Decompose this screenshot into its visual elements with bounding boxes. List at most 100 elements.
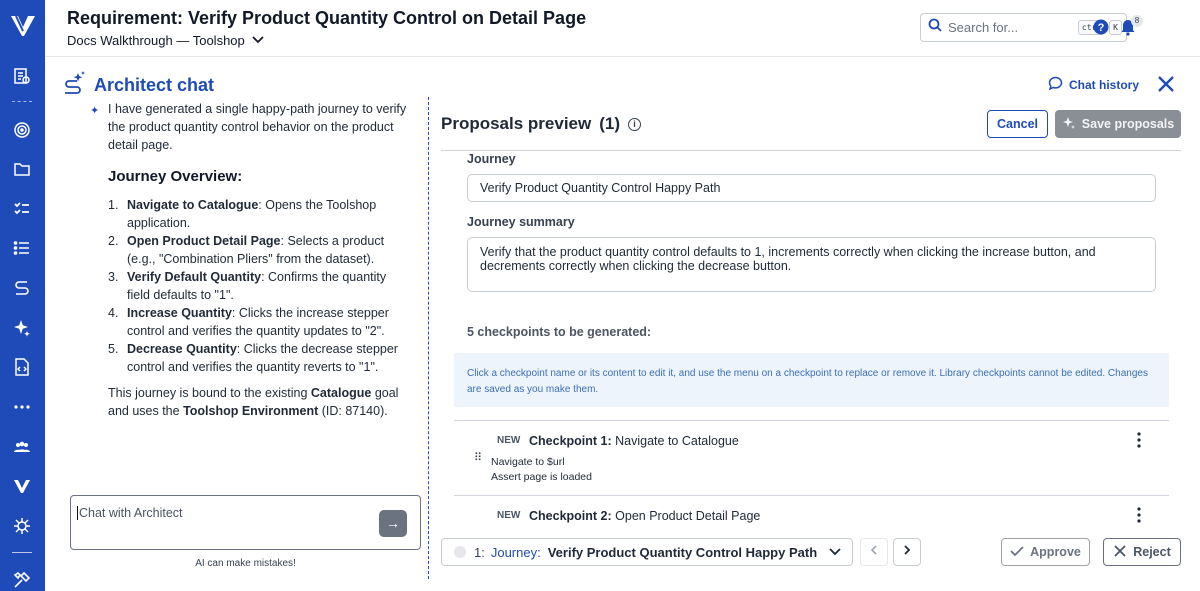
- step-name: Increase Quantity: [127, 306, 232, 320]
- info-icon[interactable]: i: [628, 117, 642, 131]
- bug-icon[interactable]: [12, 516, 32, 536]
- journey-selector[interactable]: 1: Journey: Verify Product Quantity Cont…: [441, 538, 853, 566]
- file-code-icon[interactable]: [12, 357, 32, 377]
- drag-handle-icon[interactable]: ⠿: [474, 451, 482, 464]
- journey-type-label: Journey:: [490, 544, 541, 560]
- sidebar: [0, 0, 45, 591]
- requirements-icon[interactable]: [12, 66, 32, 86]
- approve-label: Approve: [1030, 545, 1081, 559]
- chat-input[interactable]: [77, 506, 367, 520]
- page-header: Requirement: Verify Product Quantity Con…: [45, 0, 1200, 57]
- status-dot-icon: [454, 546, 466, 558]
- search-icon: [928, 18, 942, 37]
- sidebar-divider-bottom: [12, 552, 32, 553]
- architect-icon: [62, 70, 86, 101]
- message-outro: This journey is bound to the existing Ca…: [108, 384, 410, 420]
- kebab-menu-icon[interactable]: [1136, 506, 1142, 524]
- approve-button[interactable]: Approve: [1001, 538, 1090, 566]
- step-number: 5.: [108, 342, 119, 356]
- journey-label: Journey: [467, 152, 516, 166]
- checkpoint-step: Assert page is loaded: [491, 471, 592, 483]
- chevron-right-icon: [901, 543, 913, 561]
- save-proposals-button[interactable]: Save proposals: [1055, 110, 1181, 138]
- svg-text:?: ?: [1098, 22, 1105, 34]
- previous-button[interactable]: [860, 538, 888, 566]
- help-icon[interactable]: ?: [1093, 19, 1109, 35]
- reject-button[interactable]: Reject: [1103, 538, 1181, 566]
- proposals-title-text: Proposals preview: [441, 114, 592, 133]
- checkpoint-name[interactable]: Checkpoint 2: Open Product Detail Page: [529, 509, 760, 523]
- chat-input-box[interactable]: →: [70, 495, 421, 550]
- step-number: 2.: [108, 234, 119, 248]
- chevron-down-icon: [828, 544, 852, 561]
- sidebar-divider: [12, 101, 32, 102]
- proposals-count: (1): [599, 114, 621, 133]
- close-icon: [1113, 544, 1127, 561]
- checkpoint-row[interactable]: NEW Checkpoint 1: Navigate to Catalogue …: [454, 420, 1169, 495]
- proposals-divider: [441, 150, 1181, 151]
- chat-history-label: Chat history: [1069, 78, 1140, 92]
- app-root: Requirement: Verify Product Quantity Con…: [0, 0, 1200, 591]
- journey-steps: 1. Navigate to Catalogue: Opens the Tools…: [108, 196, 410, 376]
- journey-name: Verify Product Quantity Control Happy Pa…: [547, 544, 818, 560]
- target-icon[interactable]: [12, 120, 32, 140]
- checkpoint-title: Open Product Detail Page: [615, 509, 761, 523]
- checkpoint-name[interactable]: Checkpoint 1: Navigate to Catalogue: [529, 434, 739, 448]
- folder-icon[interactable]: [12, 159, 32, 179]
- sparkle-icon: [1062, 116, 1076, 133]
- project-name: Docs Walkthrough — Toolshop: [67, 33, 245, 48]
- checkpoint-label: Checkpoint 1:: [529, 434, 612, 448]
- assistant-message: ✦ I have generated a single happy-path j…: [90, 100, 410, 420]
- step-number: 3.: [108, 270, 119, 284]
- integrations-icon[interactable]: [12, 476, 32, 496]
- journey-name-field[interactable]: Verify Product Quantity Control Happy Pa…: [467, 174, 1156, 202]
- tools-icon[interactable]: [12, 570, 32, 590]
- cancel-button[interactable]: Cancel: [987, 110, 1048, 138]
- chat-history-button[interactable]: Chat history: [1048, 76, 1139, 94]
- checklist-icon[interactable]: [12, 198, 32, 218]
- panel-divider: [428, 97, 429, 579]
- project-selector[interactable]: Docs Walkthrough — Toolshop: [67, 32, 265, 49]
- journey-summary-field[interactable]: Verify that the product quantity control…: [467, 237, 1156, 292]
- checkpoint-step: Navigate to $url: [491, 456, 565, 468]
- sparkle-icon[interactable]: [12, 318, 32, 338]
- chat-header: Architect chat: [62, 70, 214, 101]
- reject-label: Reject: [1133, 545, 1171, 559]
- outro-text: This journey is bound to the existing: [108, 386, 311, 400]
- step-name: Open Product Detail Page: [127, 234, 281, 248]
- step-name: Decrease Quantity: [127, 342, 237, 356]
- more-icon[interactable]: [12, 397, 32, 417]
- goal-name: Catalogue: [310, 386, 372, 400]
- edit-notice: Click a checkpoint name or its content t…: [454, 353, 1169, 407]
- team-icon[interactable]: [12, 437, 32, 457]
- list-item: 4. Increase Quantity: Clicks the increase…: [108, 304, 410, 340]
- notification-badge: 8: [1131, 15, 1143, 27]
- journey-index: 1:: [474, 544, 485, 560]
- next-button[interactable]: [893, 538, 921, 566]
- overview-heading: Journey Overview:: [108, 168, 243, 185]
- send-button[interactable]: →: [379, 510, 407, 537]
- list-item: 1. Navigate to Catalogue: Opens the Tools…: [108, 196, 410, 232]
- checkpoint-label: Checkpoint 2:: [529, 509, 612, 523]
- checkpoint-title: Navigate to Catalogue: [615, 434, 739, 448]
- checkpoint-count: 5 checkpoints to be generated:: [467, 325, 652, 339]
- list-item: 5. Decrease Quantity: Clicks the decrease…: [108, 340, 410, 376]
- journey-icon[interactable]: [12, 278, 32, 298]
- new-badge: NEW: [497, 435, 521, 446]
- list-icon[interactable]: [12, 238, 32, 258]
- proposals-title: Proposals preview (1) i: [441, 114, 642, 134]
- chat-title: Architect chat: [94, 75, 215, 95]
- step-number: 1.: [108, 198, 119, 212]
- environment-name: Toolshop Environment: [183, 404, 319, 418]
- logo-icon[interactable]: [10, 14, 36, 38]
- message-intro: I have generated a single happy-path jou…: [108, 102, 407, 152]
- kebab-menu-icon[interactable]: [1136, 431, 1142, 449]
- save-proposals-label: Save proposals: [1081, 117, 1175, 131]
- check-icon: [1010, 544, 1024, 561]
- list-item: 3. Verify Default Quantity: Confirms the …: [108, 268, 410, 304]
- step-number: 4.: [108, 306, 119, 320]
- chevron-down-icon: [251, 32, 265, 49]
- close-icon[interactable]: [1157, 75, 1175, 93]
- step-name: Verify Default Quantity: [127, 270, 262, 284]
- checkpoint-row[interactable]: NEW Checkpoint 2: Open Product Detail Pa…: [454, 495, 1169, 530]
